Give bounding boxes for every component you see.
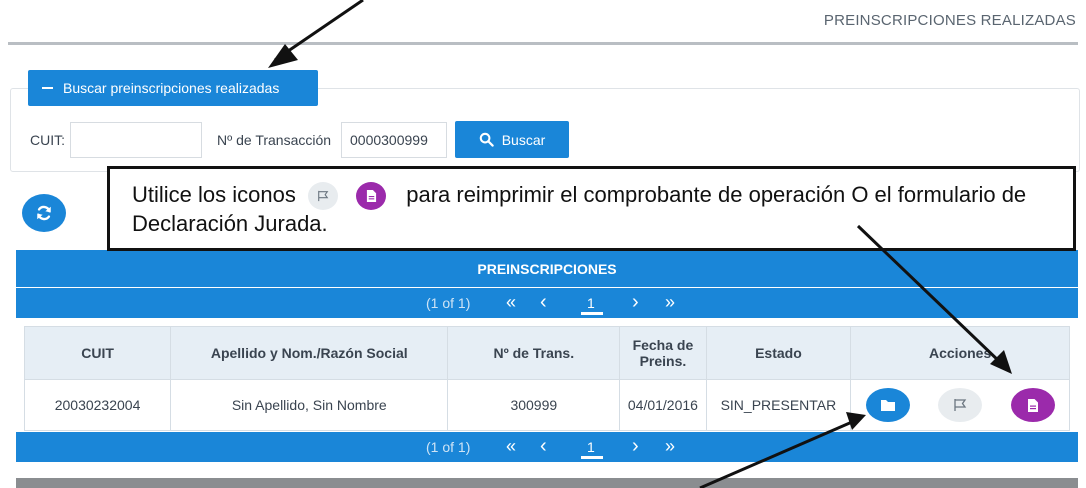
arrow-to-toggle [268,0,364,68]
arrow-to-document-action [856,224,1012,374]
arrow-to-folder-action [699,412,866,488]
annotation-arrows [268,0,1012,488]
